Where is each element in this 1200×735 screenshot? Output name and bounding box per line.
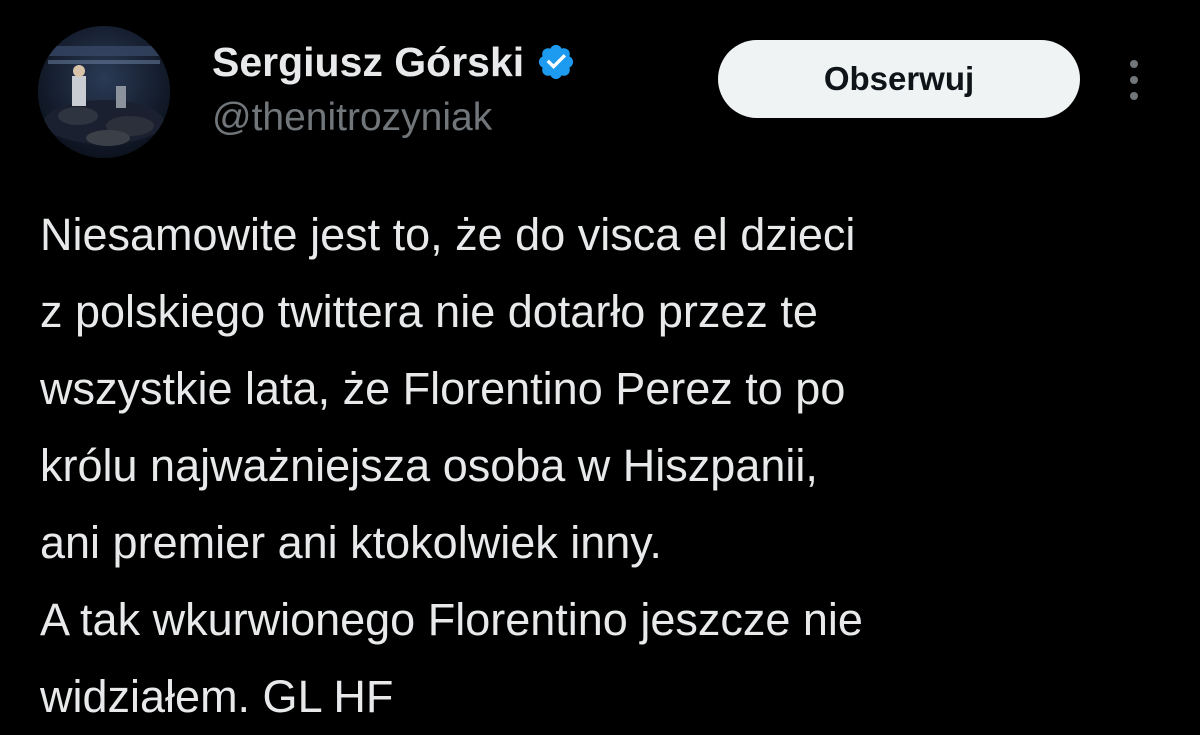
- more-vertical-icon[interactable]: [1116, 58, 1152, 102]
- verified-badge-icon: [536, 42, 576, 82]
- display-name[interactable]: Sergiusz Górski: [212, 39, 524, 86]
- author-block: Sergiusz Górski @thenitrozyniak: [212, 34, 576, 140]
- tweet-text: Niesamowite jest to, że do visca el dzie…: [40, 196, 1180, 735]
- follow-button[interactable]: Obserwuj: [718, 40, 1080, 118]
- tweet-text-line: z polskiego twittera nie dotarło przez t…: [40, 286, 818, 337]
- avatar-image: [38, 26, 170, 158]
- user-handle[interactable]: @thenitrozyniak: [212, 96, 576, 140]
- tweet-text-line: wszystkie lata, że Florentino Perez to p…: [40, 363, 846, 414]
- tweet-text-line: A tak wkurwionego Florentino jeszcze nie: [40, 594, 863, 645]
- tweet-card: Sergiusz Górski @thenitrozyniak Obserwuj…: [0, 0, 1200, 732]
- name-row: Sergiusz Górski: [212, 34, 576, 90]
- tweet-text-line: królu najważniejsza osoba w Hiszpanii,: [40, 440, 818, 491]
- tweet-text-line: widziałem. GL HF: [40, 671, 394, 722]
- tweet-text-line: ani premier ani ktokolwiek inny.: [40, 517, 662, 568]
- avatar[interactable]: [38, 26, 170, 158]
- tweet-text-line: Niesamowite jest to, że do visca el dzie…: [40, 209, 856, 260]
